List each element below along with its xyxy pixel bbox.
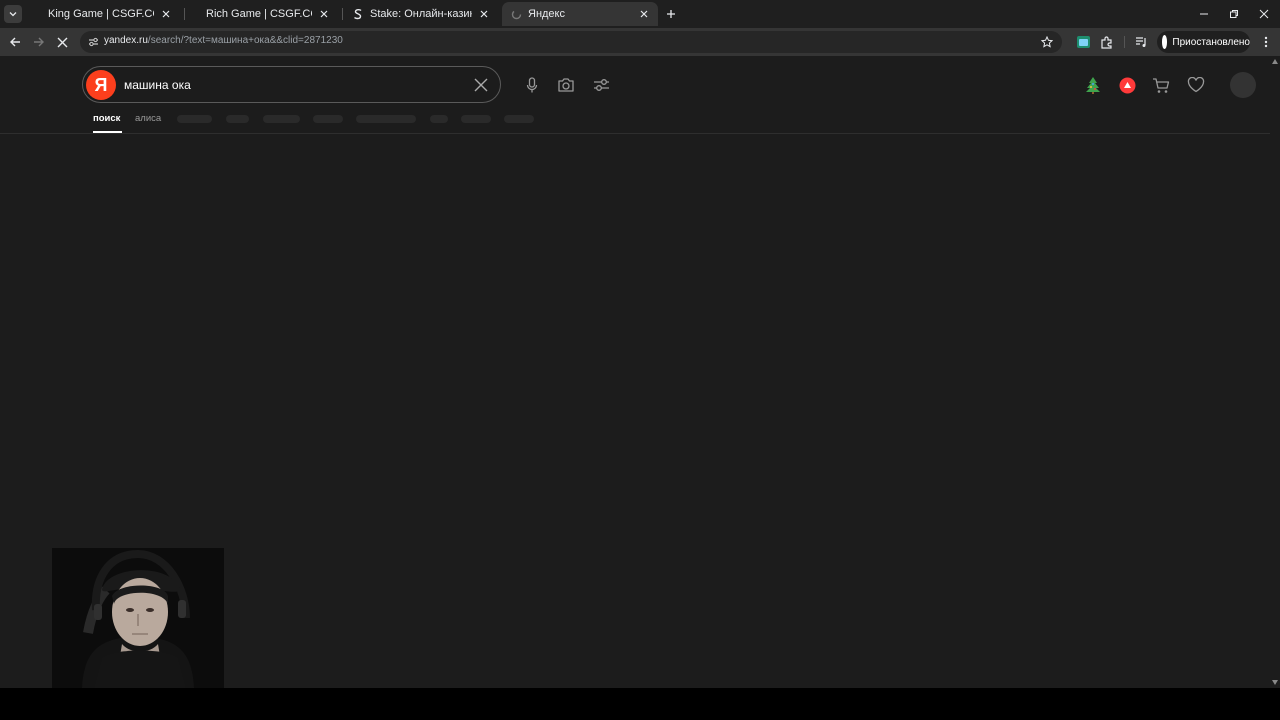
- browser-menu-button[interactable]: [1258, 34, 1274, 50]
- url-text[interactable]: yandex.ru/search/?text=машина+ока&&clid=…: [104, 35, 343, 46]
- nav-skeleton-placeholder: [356, 115, 416, 123]
- cart-button[interactable]: [1152, 76, 1170, 94]
- favorites-button[interactable]: [1187, 76, 1205, 94]
- search-filters-button[interactable]: [592, 76, 610, 94]
- browser-toolbar: yandex.ru/search/?text=машина+ока&&clid=…: [0, 28, 1280, 56]
- arrow-right-icon: [34, 37, 44, 47]
- tab-king-game[interactable]: King Game | CSGF.CC: [40, 2, 180, 26]
- tab-strip: King Game | CSGF.CC Rich Game | CSGF.CC …: [0, 0, 1280, 28]
- streamer-webcam-image: [52, 548, 224, 688]
- close-tab-icon[interactable]: [318, 8, 330, 20]
- christmas-tree-icon: [1086, 77, 1100, 94]
- tab-yandex[interactable]: Яндекс: [502, 2, 658, 26]
- close-window-button[interactable]: [1256, 6, 1272, 22]
- stop-loading-button[interactable]: [54, 34, 70, 50]
- tab-search-button[interactable]: [4, 5, 22, 23]
- restore-button[interactable]: [1226, 6, 1242, 22]
- scroll-down-icon[interactable]: [1272, 680, 1278, 685]
- nav-skeleton-placeholder: [226, 115, 249, 123]
- profile-avatar: [1162, 35, 1168, 49]
- nav-skeleton-placeholder: [504, 115, 534, 123]
- more-vertical-icon: [1264, 36, 1268, 48]
- minimize-button[interactable]: [1196, 6, 1212, 22]
- address-bar[interactable]: yandex.ru/search/?text=машина+ока&&clid=…: [80, 31, 1062, 53]
- site-info-icon[interactable]: [87, 36, 99, 48]
- user-avatar[interactable]: [1230, 72, 1256, 98]
- close-icon: [1259, 9, 1269, 19]
- tab-search[interactable]: поиск: [93, 113, 120, 124]
- nav-skeleton-placeholder: [263, 115, 300, 123]
- extension-icon: [1076, 36, 1090, 48]
- stake-logo-icon: [352, 8, 364, 20]
- close-icon: [57, 37, 67, 47]
- new-tab-button[interactable]: [663, 6, 679, 22]
- alice-button[interactable]: [1118, 76, 1136, 94]
- close-tab-icon[interactable]: [160, 8, 172, 20]
- nav-skeleton-placeholder: [177, 115, 212, 123]
- microphone-icon: [526, 76, 538, 92]
- alice-icon: [1119, 77, 1135, 93]
- chevron-down-icon: [9, 12, 17, 17]
- arrow-left-icon: [10, 37, 20, 47]
- extensions-button[interactable]: [1098, 34, 1114, 50]
- webcam-overlay: [52, 548, 224, 688]
- filter-sliders-icon: [593, 79, 609, 91]
- tab-stake[interactable]: Stake: Онлайн-казино и ставки: [344, 2, 498, 26]
- tab-rich-game[interactable]: Rich Game | CSGF.CC: [198, 2, 338, 26]
- clear-search-icon[interactable]: [474, 78, 488, 92]
- close-tab-icon[interactable]: [638, 8, 650, 20]
- extension-green-button[interactable]: [1075, 34, 1091, 50]
- tab-separator: [342, 8, 343, 20]
- forward-button[interactable]: [31, 34, 47, 50]
- voice-search-button[interactable]: [523, 76, 541, 94]
- nav-skeleton-placeholder: [430, 115, 448, 123]
- letterbox-bar: [0, 688, 1280, 720]
- search-box[interactable]: Я машина ока: [82, 66, 501, 103]
- tab-separator: [184, 8, 185, 20]
- page-scrollbar[interactable]: [1270, 56, 1280, 688]
- header-divider: [0, 133, 1270, 134]
- camera-icon: [558, 78, 574, 92]
- back-button[interactable]: [7, 34, 23, 50]
- toolbar-divider: [1124, 36, 1125, 48]
- tab-alice[interactable]: алиса: [135, 113, 161, 124]
- plus-icon: [667, 10, 675, 18]
- loading-spinner-icon: [510, 8, 522, 20]
- nav-skeleton-placeholder: [313, 115, 343, 123]
- puzzle-icon: [1100, 35, 1112, 49]
- holiday-tree-button[interactable]: [1084, 76, 1102, 94]
- minimize-icon: [1200, 13, 1208, 15]
- heart-icon: [1187, 77, 1205, 93]
- playlist-icon: [1135, 37, 1146, 47]
- shopping-cart-icon: [1153, 77, 1170, 93]
- bookmark-star-icon[interactable]: [1040, 35, 1054, 49]
- search-input[interactable]: машина ока: [124, 78, 191, 92]
- media-control-button[interactable]: [1133, 34, 1149, 50]
- profile-button[interactable]: Приостановлено: [1157, 31, 1250, 53]
- scroll-up-icon[interactable]: [1272, 59, 1278, 64]
- yandex-logo[interactable]: Я: [86, 70, 116, 100]
- restore-icon: [1230, 10, 1238, 18]
- close-tab-icon[interactable]: [478, 8, 490, 20]
- nav-skeleton-placeholder: [461, 115, 491, 123]
- image-search-button[interactable]: [557, 76, 575, 94]
